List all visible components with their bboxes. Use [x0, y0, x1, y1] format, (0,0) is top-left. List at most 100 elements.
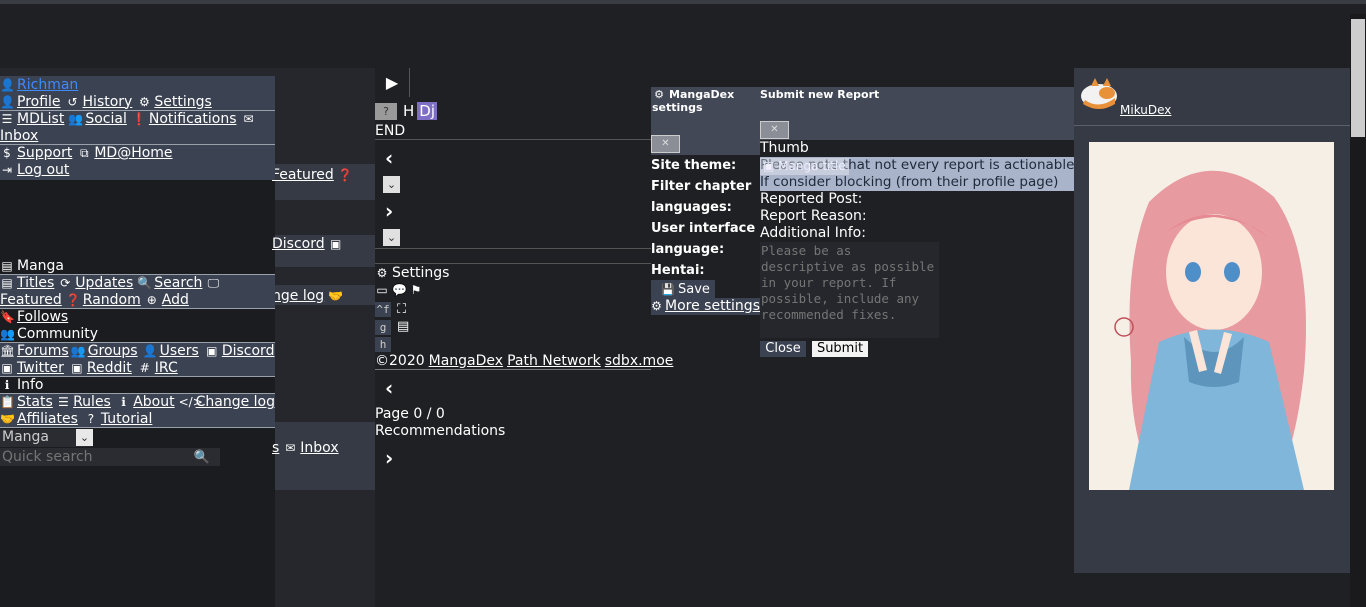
featured-row: Featured ❓ Random ⊕ Add	[0, 292, 275, 309]
site-theme-label: Site theme:	[651, 158, 737, 173]
book-icon: ▤	[1, 258, 13, 273]
kbd-g[interactable]: g	[375, 320, 391, 335]
settings-link[interactable]: Settings	[154, 94, 211, 111]
discord-link[interactable]: Discord	[222, 343, 275, 360]
about-link[interactable]: About	[133, 394, 174, 411]
prev-chapter-arrow[interactable]: ‹	[385, 146, 393, 170]
window-icon[interactable]: ▭	[375, 282, 389, 299]
additional-info-textarea[interactable]	[760, 242, 939, 338]
sidebar-featured-image[interactable]	[1089, 142, 1334, 490]
image-icon: ▣	[763, 159, 775, 173]
more-settings-row[interactable]: ⚙ More settings	[651, 298, 760, 315]
stats-link[interactable]: Stats	[17, 394, 53, 411]
affiliates-link[interactable]: Affiliates	[17, 411, 78, 428]
search-type-select[interactable]: Manga ⌄	[0, 428, 93, 447]
logout-row: ⇥ Log out	[0, 162, 275, 179]
footer-mangadex-link[interactable]: MangaDex	[429, 353, 503, 370]
add-link[interactable]: Add	[162, 292, 189, 309]
question-icon: ❓	[65, 292, 81, 307]
stats-row: 📋 Stats ☰ Rules ℹ About </> Change log	[0, 394, 275, 411]
bg-changelog-link[interactable]: nge log 🤝	[272, 288, 345, 305]
profile-link[interactable]: Profile	[17, 94, 61, 111]
flag-icon[interactable]: ⚑	[409, 282, 423, 299]
comments-icon[interactable]: 💬	[392, 282, 407, 299]
expand-icon[interactable]: ⛶	[397, 302, 406, 317]
sync-icon: ⟳	[60, 276, 71, 290]
footer-sdbx-link[interactable]: sdbx.moe	[605, 353, 674, 370]
info-icon: ℹ	[4, 377, 10, 392]
updates-link[interactable]: Updates	[75, 275, 133, 292]
settings-fields: Site theme: Filter chapter languages: Us…	[651, 155, 760, 281]
gear-icon: ⚙	[651, 299, 662, 313]
page-scrollbar-thumb[interactable]	[1351, 19, 1365, 137]
right-sidebar: MikuDex	[1074, 68, 1350, 573]
random-link[interactable]: Random	[83, 292, 141, 309]
bg-featured-link[interactable]: Featured ❓	[272, 167, 355, 184]
network-icon: ⧉	[80, 146, 89, 160]
social-link[interactable]: Social	[85, 111, 127, 128]
mdlist-link[interactable]: MDList	[17, 111, 64, 128]
mikudex-avatar[interactable]	[1077, 76, 1119, 112]
prev-page-arrow[interactable]: ‹	[385, 376, 393, 400]
top-border	[0, 0, 1366, 4]
report-reason-label: Report Reason:	[760, 208, 867, 224]
handshake-icon: 🤝	[0, 411, 15, 426]
mikudex-link[interactable]: MikuDex	[1120, 103, 1171, 117]
anime-illustration-image	[1089, 142, 1334, 490]
rules-link[interactable]: Rules	[73, 394, 111, 411]
support-link[interactable]: Support	[17, 145, 72, 162]
affiliates-row: 🤝 Affiliates ? Tutorial	[0, 411, 275, 428]
logout-icon: ⇥	[1, 163, 13, 177]
settings-close-button[interactable]: ✕	[651, 135, 680, 153]
groups-link[interactable]: Groups	[88, 343, 138, 360]
quick-search-button[interactable]: 🔍	[184, 448, 220, 466]
tutorial-link[interactable]: Tutorial	[101, 411, 152, 428]
reader-settings-label: Settings	[392, 265, 450, 281]
titles-link[interactable]: Titles	[17, 275, 54, 292]
play-button[interactable]: ▶	[375, 68, 410, 97]
user-row[interactable]: 👤 Richman	[0, 77, 275, 94]
notifications-link[interactable]: Notifications	[149, 111, 237, 128]
inbox-link[interactable]: Inbox	[0, 128, 38, 145]
changelog-link[interactable]: Change log	[196, 394, 275, 411]
featured-link[interactable]: Featured	[0, 292, 62, 309]
user-icon: 👤	[142, 344, 158, 358]
twitter-link[interactable]: Twitter	[17, 360, 64, 377]
next-chapter-arrow[interactable]: ›	[385, 199, 393, 223]
more-settings-link[interactable]: More settings	[665, 298, 760, 315]
settings-title: ⚙ MangaDex settings	[652, 88, 735, 114]
quick-search-input[interactable]	[0, 448, 184, 466]
footer-path-link[interactable]: Path Network	[507, 353, 601, 370]
kbd-h[interactable]: h	[375, 337, 391, 352]
book-icon[interactable]: ▤	[397, 319, 409, 334]
reddit-link[interactable]: Reddit	[87, 360, 132, 377]
titles-row: ▤ Titles ⟳ Updates 🔍 Search 🖵	[0, 275, 275, 292]
settings-save-button[interactable]: 💾 Save	[651, 280, 715, 298]
code-icon: </>	[178, 395, 203, 409]
report-close-button[interactable]: Close	[760, 341, 806, 357]
logout-link[interactable]: Log out	[17, 162, 69, 179]
ui-lang-label: User interface language:	[651, 221, 756, 257]
report-submit-button[interactable]: Submit	[812, 341, 868, 357]
bg-inbox-link[interactable]: s ✉ Inbox	[272, 440, 339, 457]
forums-link[interactable]: Forums	[17, 343, 69, 360]
user-icon: 👤	[0, 78, 15, 92]
username-link[interactable]: Richman	[17, 77, 78, 94]
search-link[interactable]: Search	[154, 275, 202, 292]
bg-discord-link[interactable]: Discord ▣	[272, 236, 346, 253]
user-icon: 👤	[0, 94, 15, 109]
main-menu: ▤ Manga ▤ Titles ⟳ Updates 🔍 Search 🖵 Fe…	[0, 258, 275, 467]
chapter-select-toggle[interactable]: ⌄	[383, 176, 400, 193]
report-close-x-button[interactable]: ✕	[760, 121, 789, 139]
kbd-fit[interactable]: ^f	[375, 302, 391, 317]
copyright-text: ©2020	[375, 352, 425, 369]
users-link[interactable]: Users	[160, 343, 199, 360]
follows-link[interactable]: Follows	[17, 309, 68, 326]
gear-icon: ⚙	[654, 88, 664, 101]
reader-settings-row[interactable]: ⚙ Settings	[375, 265, 450, 282]
irc-link[interactable]: IRC	[155, 360, 178, 377]
history-link[interactable]: History	[83, 94, 133, 111]
mdhome-link[interactable]: MD@Home	[94, 145, 172, 162]
next-page-arrow[interactable]: ›	[385, 446, 393, 470]
page-select-toggle[interactable]: ⌄	[383, 229, 400, 246]
